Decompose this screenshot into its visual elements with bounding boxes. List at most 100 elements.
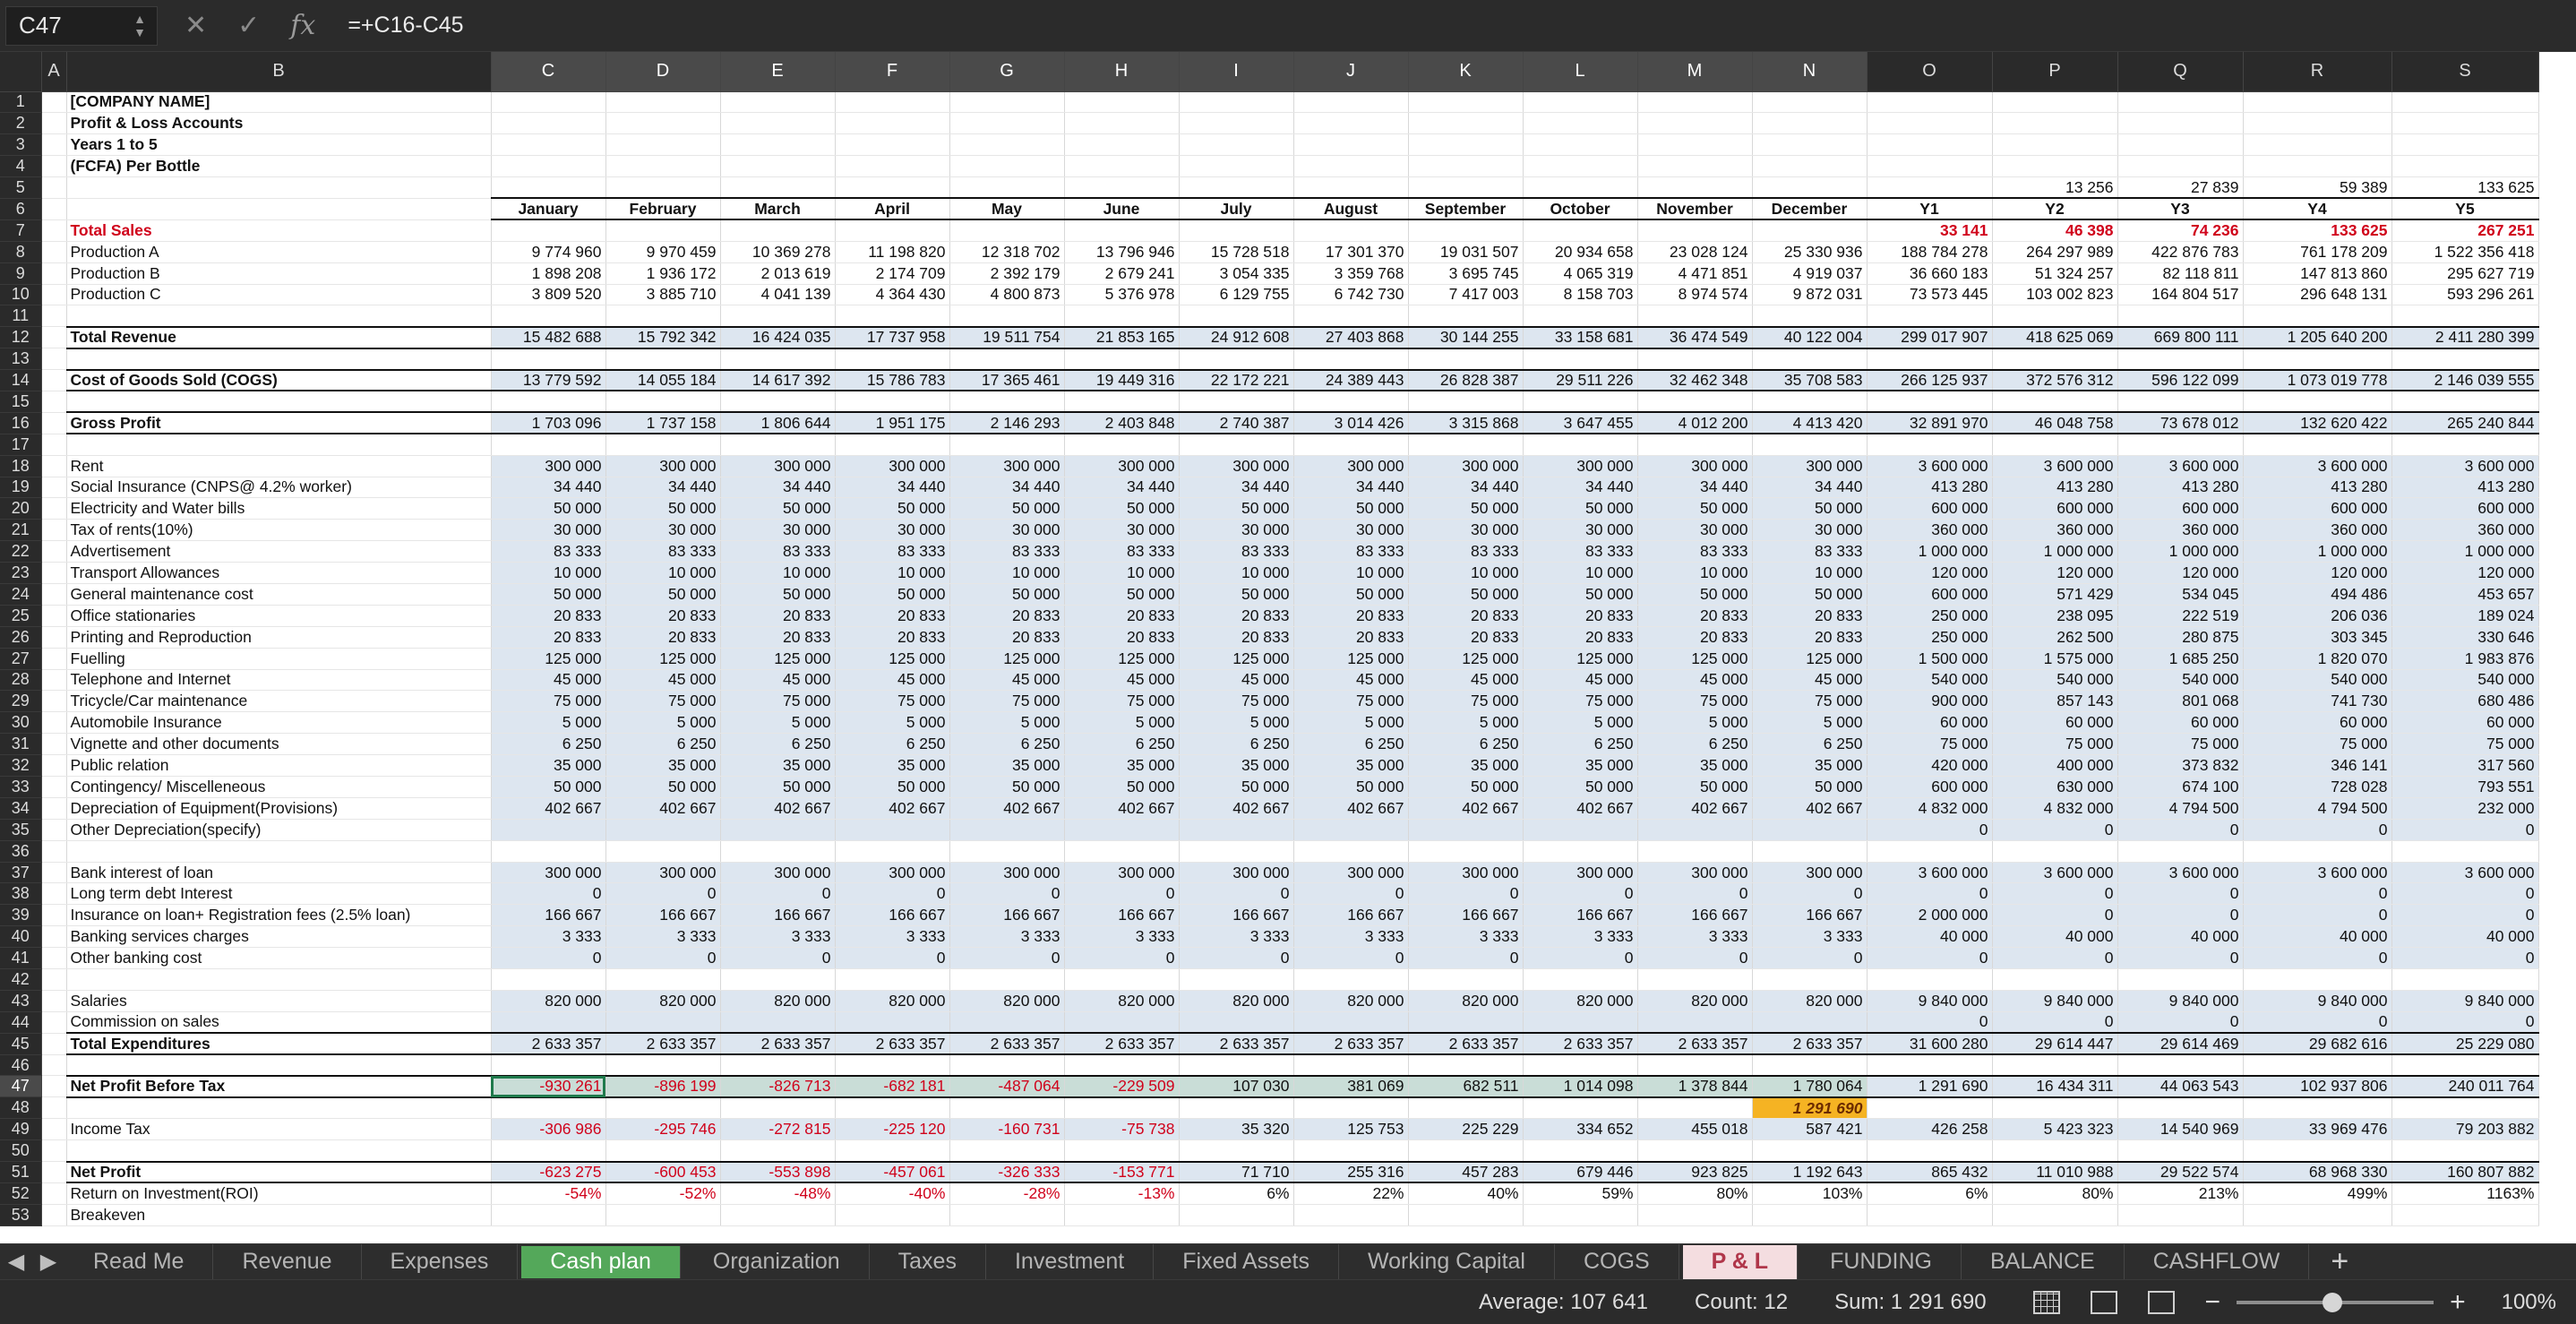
cell[interactable] (1293, 819, 1409, 841)
cell[interactable]: 5 000 (949, 711, 1065, 735)
cell[interactable]: 820 000 (1408, 990, 1524, 1012)
cell[interactable]: 3 600 000 (2117, 455, 2244, 477)
cell[interactable]: 50 000 (1293, 583, 1409, 606)
cell[interactable]: 1 000 000 (1867, 540, 1993, 563)
cell[interactable] (1637, 305, 1753, 328)
cell[interactable]: 4 041 139 (720, 284, 836, 306)
cell[interactable] (1064, 155, 1180, 178)
row-header[interactable]: 48 (0, 1096, 42, 1120)
cell[interactable]: 596 122 099 (2117, 368, 2244, 392)
tab-fixed-assets[interactable]: Fixed Assets (1154, 1243, 1339, 1280)
cell[interactable]: May (949, 197, 1065, 221)
cell[interactable]: -52% (605, 1182, 721, 1205)
row-header[interactable]: 14 (0, 369, 42, 391)
row-header[interactable]: 35 (0, 819, 42, 841)
cell[interactable] (41, 1033, 67, 1055)
cell[interactable]: 83 333 (1179, 540, 1294, 563)
row-header[interactable]: 46 (0, 1054, 42, 1077)
cell[interactable] (1752, 1011, 1868, 1034)
cell[interactable] (720, 133, 836, 157)
cell[interactable]: 3 333 (720, 925, 836, 949)
row-label-cell[interactable]: Net Profit Before Tax (66, 1074, 492, 1098)
cell[interactable] (41, 626, 67, 649)
cell[interactable]: 24 912 608 (1179, 325, 1294, 349)
cell[interactable] (491, 176, 606, 199)
cell[interactable] (1752, 1139, 1868, 1163)
cell[interactable]: -272 815 (720, 1118, 836, 1141)
cell[interactable] (949, 112, 1065, 135)
cell[interactable]: 1 703 096 (491, 411, 606, 435)
cell[interactable] (2243, 1139, 2392, 1163)
cell[interactable] (835, 840, 950, 863)
cell[interactable]: 820 000 (491, 990, 606, 1012)
cell[interactable] (2117, 1096, 2244, 1120)
cell[interactable] (41, 1161, 67, 1183)
cell[interactable]: 125 000 (1752, 648, 1868, 670)
cell[interactable]: 10 369 278 (720, 241, 836, 263)
cell[interactable] (949, 91, 1065, 114)
cell[interactable] (1293, 133, 1409, 157)
next-sheet-icon[interactable]: ▶ (32, 1249, 64, 1275)
cell[interactable]: 540 000 (1867, 669, 1993, 692)
row-header[interactable]: 34 (0, 797, 42, 820)
cell[interactable]: 34 440 (1293, 477, 1409, 499)
cell[interactable]: 75 000 (720, 690, 836, 713)
cell[interactable]: 7 417 003 (1408, 284, 1524, 306)
cell[interactable]: 20 833 (491, 605, 606, 627)
cell[interactable]: 262 500 (1992, 626, 2118, 649)
row-header[interactable]: 41 (0, 947, 42, 970)
row-label-cell[interactable]: Production B (66, 262, 492, 285)
row-label-cell[interactable]: Return on Investment(ROI) (66, 1182, 492, 1205)
cell[interactable]: 3 333 (1408, 925, 1524, 949)
cell[interactable]: 25 229 080 (2391, 1032, 2539, 1056)
cell[interactable]: 820 000 (1179, 990, 1294, 1012)
cell[interactable]: 300 000 (491, 455, 606, 477)
cell[interactable]: -306 986 (491, 1118, 606, 1141)
cell[interactable] (720, 348, 836, 371)
column-header-s[interactable]: S (2391, 52, 2539, 92)
row-header[interactable]: 50 (0, 1139, 42, 1163)
cell[interactable]: 50 000 (1064, 776, 1180, 798)
cell[interactable]: 2 174 709 (835, 262, 950, 285)
cell[interactable]: 50 000 (949, 497, 1065, 520)
cell[interactable] (1867, 91, 1993, 114)
cell[interactable]: 17 737 958 (835, 325, 950, 349)
cell[interactable] (949, 1011, 1065, 1034)
cell[interactable] (491, 112, 606, 135)
cell[interactable]: 0 (1408, 882, 1524, 906)
column-header-k[interactable]: K (1408, 52, 1524, 92)
cell[interactable]: 413 280 (1992, 477, 2118, 499)
cell[interactable] (1637, 1011, 1753, 1034)
cell[interactable]: 630 000 (1992, 776, 2118, 798)
cell[interactable]: 30 000 (720, 519, 836, 542)
cell[interactable]: 494 486 (2243, 583, 2392, 606)
cell[interactable]: 413 280 (2391, 477, 2539, 499)
cell[interactable] (835, 1204, 950, 1226)
cell[interactable]: 300 000 (1637, 455, 1753, 477)
cell[interactable] (1408, 968, 1524, 991)
cell[interactable]: 50 000 (1179, 776, 1294, 798)
selected-cell[interactable]: -487 064 (949, 1074, 1065, 1098)
cell[interactable] (1523, 1054, 1638, 1077)
cell[interactable] (2391, 391, 2539, 413)
cell[interactable]: 10 000 (1293, 562, 1409, 584)
cell[interactable]: 10 000 (1523, 562, 1638, 584)
cell[interactable]: 125 000 (1637, 648, 1753, 670)
cell[interactable]: 2 633 357 (949, 1032, 1065, 1056)
prev-sheet-icon[interactable]: ◀ (0, 1249, 32, 1275)
cell[interactable] (949, 133, 1065, 157)
cell[interactable] (2391, 133, 2539, 157)
cell[interactable] (835, 391, 950, 413)
column-header-o[interactable]: O (1867, 52, 1993, 92)
cell[interactable] (41, 669, 67, 692)
cell[interactable] (1523, 348, 1638, 371)
cell[interactable]: 34 440 (1408, 477, 1524, 499)
cell[interactable]: 300 000 (1064, 455, 1180, 477)
cell[interactable] (41, 133, 67, 157)
cell[interactable]: 571 429 (1992, 583, 2118, 606)
cell[interactable] (835, 155, 950, 178)
cell[interactable]: 499% (2243, 1182, 2392, 1205)
cell[interactable]: 9 872 031 (1752, 284, 1868, 306)
cell[interactable]: 73 678 012 (2117, 411, 2244, 435)
formula-input[interactable]: =+C16-C45 (348, 13, 463, 39)
